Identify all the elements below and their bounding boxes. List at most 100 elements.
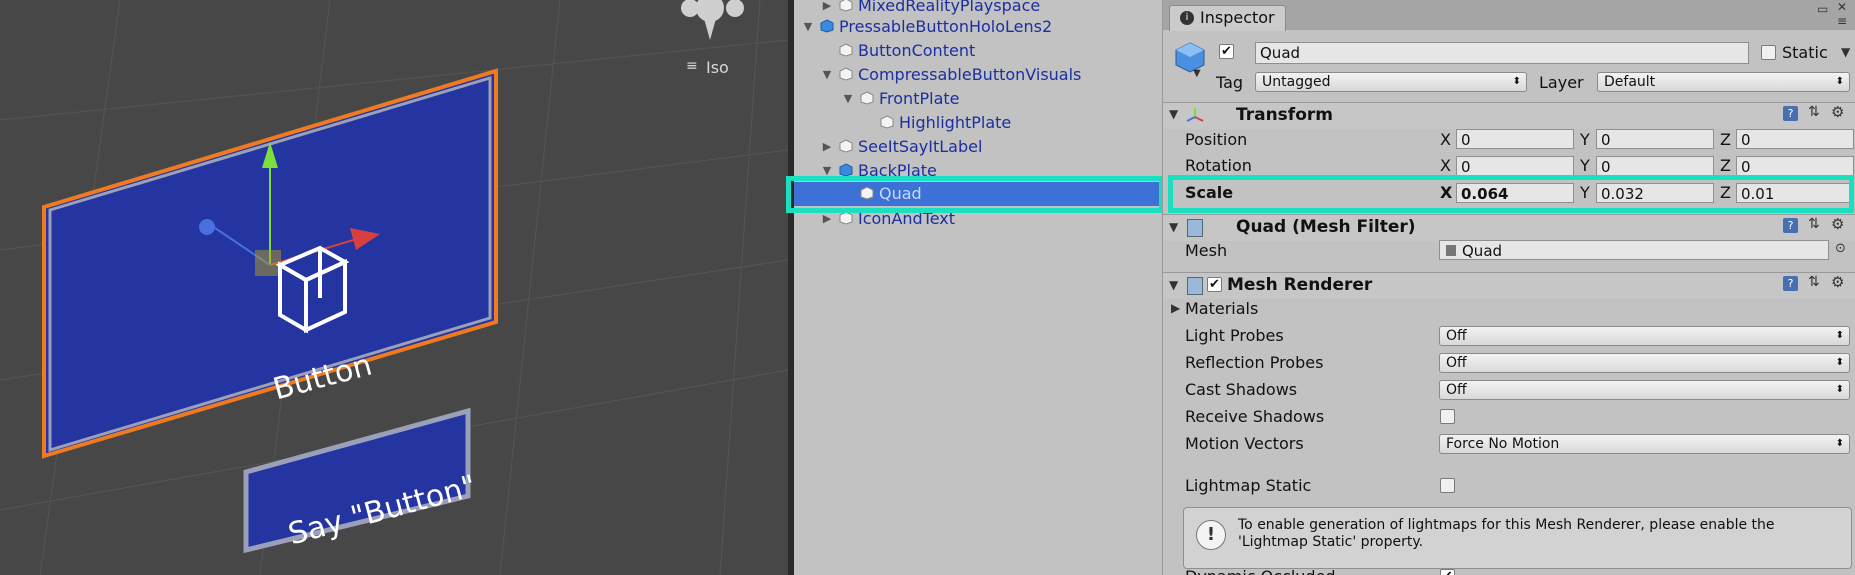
gameobject-cube-icon [839, 43, 853, 57]
hierarchy-item[interactable]: ButtonContent [794, 39, 1162, 63]
layer-value: Default [1604, 74, 1656, 90]
gear-icon[interactable]: ⚙ [1831, 215, 1844, 233]
expanded-arrow-icon[interactable]: ▼ [821, 69, 833, 81]
position-label: Position [1185, 130, 1248, 149]
gameobject-cube-icon [839, 67, 853, 81]
tag-label: Tag [1216, 73, 1244, 92]
gameobject-cube-icon [839, 211, 853, 225]
mesh-label: Mesh [1185, 241, 1228, 260]
hierarchy-item[interactable]: ▼ CompressableButtonVisuals [794, 63, 1162, 87]
object-name-field[interactable]: Quad [1255, 42, 1749, 64]
scene-view[interactable]: Button Say "Button" ≡ Iso [0, 0, 788, 575]
reflection-probes-dropdown[interactable]: Off ⬍ [1439, 353, 1850, 373]
motion-vectors-value: Force No Motion [1446, 436, 1560, 452]
expanded-arrow-icon[interactable]: ▼ [842, 93, 854, 105]
axis-z-label: Z [1720, 156, 1731, 175]
scene-orientation-gizmo[interactable] [681, 0, 744, 40]
presets-icon[interactable]: ⇅ [1808, 104, 1820, 120]
rotation-y-field[interactable]: 0 [1596, 156, 1714, 176]
panel-menu-icon[interactable]: ≡ [1837, 14, 1847, 28]
active-checkbox[interactable]: ✔ [1219, 44, 1234, 59]
expanded-arrow-icon[interactable]: ▼ [802, 21, 814, 33]
position-z-field[interactable]: 0 [1736, 129, 1854, 149]
axis-z-label: Z [1720, 130, 1731, 149]
light-probes-dropdown[interactable]: Off ⬍ [1439, 326, 1850, 346]
axis-y-label: Y [1580, 130, 1590, 149]
cast-shadows-label: Cast Shadows [1185, 380, 1298, 399]
scene-canvas[interactable]: Button Say "Button" [0, 0, 788, 575]
mesh-asset-icon [1446, 245, 1456, 256]
hierarchy-item[interactable]: ▼ PressableButtonHoloLens2 [794, 15, 1162, 39]
lightmap-static-checkbox[interactable] [1440, 478, 1455, 493]
expanded-arrow-icon[interactable]: ▼ [1169, 220, 1178, 234]
scale-highlight-box [1168, 175, 1854, 213]
gameobject-large-icon [1175, 42, 1205, 73]
static-checkbox[interactable] [1761, 45, 1776, 60]
transform-title: Transform [1236, 105, 1333, 125]
dropdown-caret-icon: ⬍ [1835, 76, 1844, 87]
lightmap-static-label: Lightmap Static [1185, 476, 1312, 495]
presets-icon[interactable]: ⇅ [1808, 274, 1820, 290]
hierarchy-item[interactable]: ▶ SeeItSayItLabel [794, 135, 1162, 159]
tag-value: Untagged [1262, 74, 1331, 90]
position-x-field[interactable]: 0 [1456, 129, 1574, 149]
rotation-x-field[interactable]: 0 [1456, 156, 1574, 176]
inspector-panel[interactable]: i Inspector ▭ ✕ ≡ ▼ ✔ Quad Static ▼ Tag … [1162, 0, 1855, 575]
expanded-arrow-icon[interactable]: ▼ [1169, 107, 1178, 121]
hierarchy-item-label: PressableButtonHoloLens2 [839, 17, 1053, 36]
hierarchy-item-label: CompressableButtonVisuals [858, 65, 1082, 84]
gear-icon[interactable]: ⚙ [1831, 103, 1844, 121]
reflection-probes-value: Off [1446, 355, 1467, 371]
hierarchy-item-label: ButtonContent [858, 41, 976, 60]
help-icon[interactable]: ? [1783, 218, 1798, 233]
icon-dropdown-caret[interactable]: ▼ [1193, 68, 1201, 79]
position-y-field[interactable]: 0 [1596, 129, 1714, 149]
axis-x-label: X [1440, 156, 1451, 175]
help-icon[interactable]: ? [1783, 276, 1798, 291]
collapsed-arrow-icon[interactable]: ▶ [821, 213, 833, 225]
mesh-filter-icon [1187, 219, 1203, 237]
rotation-label: Rotation [1185, 156, 1252, 175]
mesh-filter-title: Quad (Mesh Filter) [1236, 217, 1416, 237]
projection-label[interactable]: Iso [706, 58, 729, 77]
dynamic-occluded-label: Dynamic Occluded [1185, 567, 1336, 575]
reflection-probes-label: Reflection Probes [1185, 353, 1324, 372]
help-icon[interactable]: ? [1783, 106, 1798, 121]
mesh-object-field[interactable]: Quad [1439, 240, 1829, 260]
close-icon[interactable]: ✕ [1837, 0, 1847, 14]
collapsed-arrow-icon[interactable]: ▶ [821, 0, 833, 12]
gameobject-cube-icon [880, 115, 894, 129]
motion-vectors-dropdown[interactable]: Force No Motion ⬍ [1439, 434, 1850, 454]
tab-inspector[interactable]: i Inspector [1169, 5, 1286, 31]
hierarchy-item[interactable]: HighlightPlate [794, 111, 1162, 135]
static-dropdown-icon[interactable]: ▼ [1841, 45, 1850, 59]
layer-dropdown[interactable]: Default ⬍ [1597, 72, 1850, 92]
dropdown-caret-icon: ⬍ [1835, 384, 1844, 395]
info-icon: i [1180, 11, 1194, 25]
collapsed-arrow-icon[interactable]: ▶ [1171, 301, 1180, 315]
gameobject-cube-icon [839, 0, 853, 12]
hamburger-icon[interactable]: ≡ [686, 59, 700, 73]
expanded-arrow-icon[interactable]: ▼ [1169, 278, 1178, 292]
tab-label: Inspector [1200, 8, 1275, 27]
dropdown-caret-icon: ⬍ [1512, 76, 1521, 87]
hierarchy-item[interactable]: ▼ FrontPlate [794, 87, 1162, 111]
renderer-enabled-checkbox[interactable]: ✔ [1207, 277, 1222, 292]
receive-shadows-checkbox[interactable] [1440, 409, 1455, 424]
materials-label[interactable]: Materials [1185, 299, 1258, 319]
light-probes-label: Light Probes [1185, 326, 1284, 345]
cast-shadows-dropdown[interactable]: Off ⬍ [1439, 380, 1850, 400]
gear-icon[interactable]: ⚙ [1831, 273, 1844, 291]
object-picker-icon[interactable]: ⊙ [1835, 241, 1846, 256]
collapsed-arrow-icon[interactable]: ▶ [821, 141, 833, 153]
hierarchy-highlight-box [786, 176, 1164, 213]
tag-dropdown[interactable]: Untagged ⬍ [1255, 72, 1527, 92]
light-probes-value: Off [1446, 328, 1467, 344]
layer-label: Layer [1539, 73, 1584, 92]
hierarchy-item-label: HighlightPlate [899, 113, 1012, 132]
rotation-z-field[interactable]: 0 [1736, 156, 1854, 176]
dynamic-occluded-checkbox[interactable]: ✔ [1440, 569, 1455, 575]
hierarchy-panel[interactable]: ▶ MixedRealityPlayspace ▼ PressableButto… [794, 0, 1162, 575]
lock-icon[interactable]: ▭ [1817, 2, 1828, 16]
presets-icon[interactable]: ⇅ [1808, 216, 1820, 232]
